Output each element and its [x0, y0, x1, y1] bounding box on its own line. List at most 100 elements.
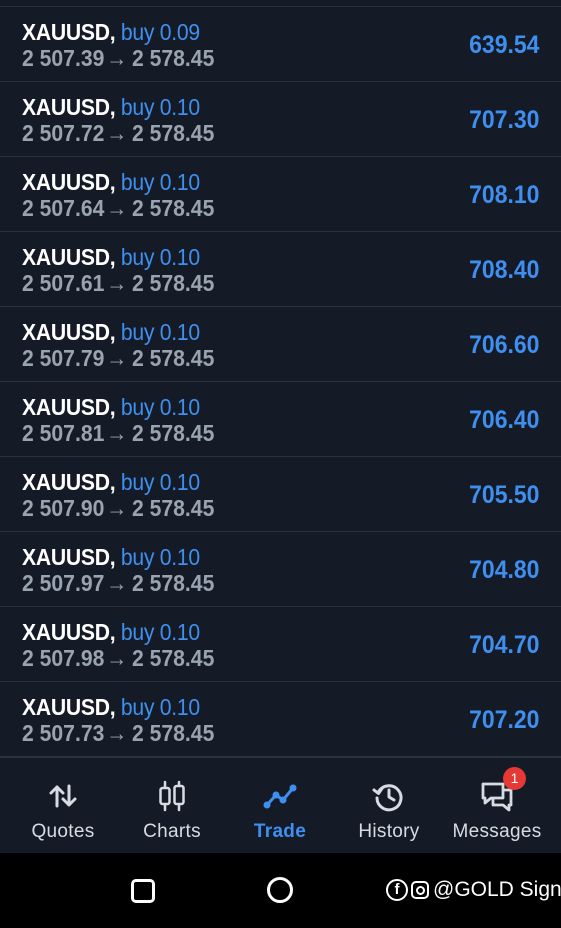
- order-side-volume: buy 0.10: [120, 169, 200, 195]
- current-price: 2 578.45: [131, 495, 215, 521]
- position-title: XAUUSD, buy 0.10: [22, 244, 200, 271]
- price-line: 2 507.90→ 2 578.45: [22, 495, 214, 522]
- quotes-arrows-icon: [49, 784, 77, 808]
- position-title: XAUUSD, buy 0.10: [22, 94, 200, 121]
- current-price: 2 578.45: [131, 720, 215, 746]
- price-line: 2 507.73→ 2 578.45: [22, 720, 214, 747]
- order-side-volume: buy 0.09: [120, 19, 200, 45]
- symbol: XAUUSD,: [22, 244, 116, 270]
- trade-screen: XAUUSD, buy 0.09 2 507.39→ 2 578.45 639.54 X…: [0, 0, 561, 928]
- symbol: XAUUSD,: [22, 319, 116, 345]
- profit-value: 705.50: [468, 481, 539, 509]
- profit-value: 708.10: [468, 181, 539, 209]
- price-line: 2 507.98→ 2 578.45: [22, 645, 214, 672]
- tab-label: Charts: [143, 821, 201, 842]
- symbol: XAUUSD,: [22, 394, 116, 420]
- symbol: XAUUSD,: [22, 169, 116, 195]
- order-side-volume: buy 0.10: [120, 619, 200, 645]
- order-side-volume: buy 0.10: [120, 544, 200, 570]
- position-row[interactable]: XAUUSD, buy 0.10 2 507.79→ 2 578.45 706.60: [0, 307, 561, 382]
- profit-value: 639.54: [468, 31, 539, 59]
- open-price: 2 507.90: [22, 495, 105, 521]
- profit-value: 707.30: [468, 106, 539, 134]
- tab-label: History: [358, 821, 420, 842]
- position-title: XAUUSD, buy 0.10: [22, 619, 200, 646]
- price-line: 2 507.97→ 2 578.45: [22, 570, 214, 597]
- open-price: 2 507.64: [22, 195, 105, 221]
- recents-button[interactable]: [131, 879, 155, 903]
- arrow-icon: →: [106, 195, 128, 221]
- current-price: 2 578.45: [131, 195, 215, 221]
- current-price: 2 578.45: [131, 270, 215, 296]
- arrow-icon: →: [106, 270, 128, 296]
- arrow-icon: →: [106, 45, 128, 71]
- order-side-volume: buy 0.10: [120, 469, 200, 495]
- open-price: 2 507.97: [22, 570, 105, 596]
- current-price: 2 578.45: [131, 120, 215, 146]
- symbol: XAUUSD,: [22, 469, 116, 495]
- profit-value: 706.60: [468, 331, 539, 359]
- price-line: 2 507.79→ 2 578.45: [22, 345, 214, 372]
- profit-value: 704.80: [468, 556, 539, 584]
- open-price: 2 507.98: [22, 645, 105, 671]
- position-title: XAUUSD, buy 0.10: [22, 544, 200, 571]
- order-side-volume: buy 0.10: [120, 394, 200, 420]
- open-price: 2 507.81: [22, 420, 105, 446]
- tab-quotes[interactable]: Quotes: [7, 758, 119, 854]
- tab-label: Trade: [253, 821, 307, 842]
- arrow-icon: →: [106, 120, 128, 146]
- current-price: 2 578.45: [131, 420, 215, 446]
- tab-trade[interactable]: Trade: [224, 758, 336, 854]
- position-title: XAUUSD, buy 0.10: [22, 394, 200, 421]
- position-title: XAUUSD, buy 0.10: [22, 694, 200, 721]
- price-line: 2 507.81→ 2 578.45: [22, 420, 214, 447]
- trade-line-icon: [263, 784, 297, 809]
- position-row[interactable]: XAUUSD, buy 0.10 2 507.73→ 2 578.45 707.20: [0, 682, 561, 757]
- arrow-icon: →: [106, 495, 128, 521]
- position-row[interactable]: XAUUSD, buy 0.09 2 507.39→ 2 578.45 639.54: [0, 7, 561, 82]
- watermark: f @GOLD Signals: [386, 876, 561, 904]
- instagram-icon: [411, 881, 429, 899]
- price-line: 2 507.61→ 2 578.45: [22, 270, 214, 297]
- position-title: XAUUSD, buy 0.10: [22, 469, 200, 496]
- order-side-volume: buy 0.10: [120, 94, 200, 120]
- arrow-icon: →: [106, 645, 128, 671]
- positions-list: XAUUSD, buy 0.09 2 507.39→ 2 578.45 639.54 X…: [0, 6, 561, 757]
- position-row[interactable]: XAUUSD, buy 0.10 2 507.90→ 2 578.45 705.50: [0, 457, 561, 532]
- current-price: 2 578.45: [131, 645, 215, 671]
- position-row[interactable]: XAUUSD, buy 0.10 2 507.81→ 2 578.45 706.40: [0, 382, 561, 457]
- arrow-icon: →: [106, 570, 128, 596]
- position-row[interactable]: XAUUSD, buy 0.10 2 507.61→ 2 578.45 708.40: [0, 232, 561, 307]
- profit-value: 704.70: [468, 631, 539, 659]
- bottom-tab-bar: Quotes Charts Trade History 1 Messages: [0, 757, 561, 854]
- profit-value: 707.20: [468, 706, 539, 734]
- price-line: 2 507.72→ 2 578.45: [22, 120, 214, 147]
- symbol: XAUUSD,: [22, 19, 116, 45]
- symbol: XAUUSD,: [22, 694, 116, 720]
- position-title: XAUUSD, buy 0.09: [22, 19, 200, 46]
- tab-history[interactable]: History: [333, 758, 445, 854]
- order-side-volume: buy 0.10: [120, 319, 200, 345]
- symbol: XAUUSD,: [22, 94, 116, 120]
- position-row[interactable]: XAUUSD, buy 0.10 2 507.64→ 2 578.45 708.10: [0, 157, 561, 232]
- current-price: 2 578.45: [131, 45, 215, 71]
- candlestick-icon: [159, 780, 185, 812]
- system-nav-bar: f @GOLD Signals: [0, 853, 561, 928]
- position-title: XAUUSD, buy 0.10: [22, 319, 200, 346]
- open-price: 2 507.73: [22, 720, 105, 746]
- tab-label: Messages: [452, 821, 542, 842]
- position-title: XAUUSD, buy 0.10: [22, 169, 200, 196]
- position-row[interactable]: XAUUSD, buy 0.10 2 507.97→ 2 578.45 704.80: [0, 532, 561, 607]
- position-row[interactable]: XAUUSD, buy 0.10 2 507.72→ 2 578.45 707.30: [0, 82, 561, 157]
- order-side-volume: buy 0.10: [120, 694, 200, 720]
- unread-badge: 1: [503, 767, 526, 790]
- tab-charts[interactable]: Charts: [116, 758, 228, 854]
- arrow-icon: →: [106, 420, 128, 446]
- open-price: 2 507.79: [22, 345, 105, 371]
- position-row[interactable]: XAUUSD, buy 0.10 2 507.98→ 2 578.45 704.70: [0, 607, 561, 682]
- home-button[interactable]: [267, 877, 293, 903]
- open-price: 2 507.61: [22, 270, 105, 296]
- symbol: XAUUSD,: [22, 619, 116, 645]
- order-side-volume: buy 0.10: [120, 244, 200, 270]
- tab-messages[interactable]: 1 Messages: [441, 758, 553, 854]
